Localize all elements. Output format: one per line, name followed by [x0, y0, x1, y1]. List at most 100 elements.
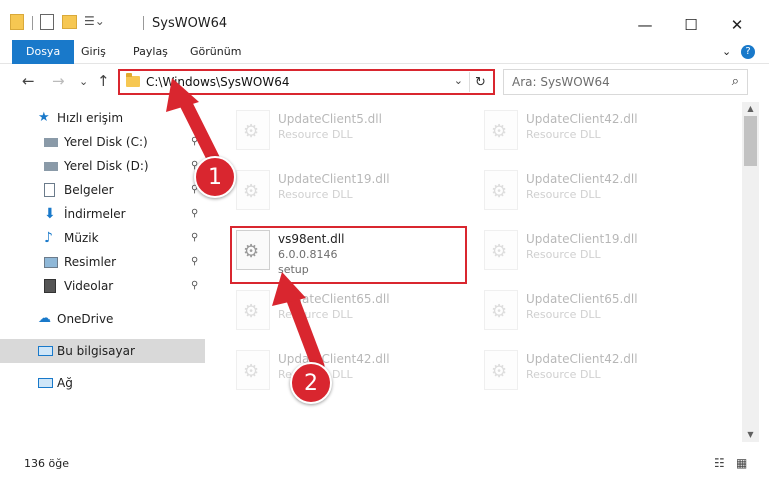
folder-icon [10, 14, 24, 30]
file-type: Resource DLL [278, 308, 353, 321]
file-tile[interactable]: ⚙ UpdateClient42.dll Resource DLL [478, 346, 718, 406]
item-count: 136 öğe [24, 457, 69, 470]
refresh-icon[interactable]: ↻ [469, 72, 491, 92]
dll-file-icon: ⚙ [236, 350, 270, 390]
nav-item-music[interactable]: ♪ Müzik ⚲ [0, 226, 205, 250]
minimize-button[interactable]: — [622, 10, 668, 40]
tab-home[interactable]: Giriş [69, 40, 118, 64]
nav-item-label: Bu bilgisayar [57, 344, 135, 358]
selected-file-highlight [230, 226, 467, 284]
dll-file-icon: ⚙ [236, 110, 270, 150]
file-tile[interactable]: ⚙ UpdateClient19.dll Resource DLL [478, 226, 718, 286]
nav-item-label: Belgeler [64, 183, 114, 197]
downloads-icon: ⬇ [44, 206, 56, 222]
star-icon: ★ [38, 110, 50, 125]
tab-view[interactable]: Görünüm [178, 40, 253, 64]
scroll-thumb[interactable] [744, 116, 757, 166]
navigation-pane: ★ Hızlı erişim Yerel Disk (C:) ⚲ Yerel D… [0, 102, 206, 442]
address-dropdown-icon[interactable]: ⌄ [454, 74, 463, 87]
nav-item-label: Ağ [57, 376, 73, 390]
file-name: UpdateClient42.dll [526, 352, 638, 366]
file-tile[interactable]: ⚙ UpdateClient42.dll Resource DLL [230, 346, 470, 406]
details-view-icon[interactable]: ☷ [714, 456, 725, 470]
file-type: Resource DLL [278, 188, 353, 201]
new-folder-icon[interactable] [62, 15, 77, 29]
nav-item-onedrive[interactable]: ☁ OneDrive [0, 307, 205, 331]
file-name: UpdateClient42.dll [526, 112, 638, 126]
nav-item-videos[interactable]: Videolar ⚲ [0, 274, 205, 298]
file-name: UpdateClient42.dll [526, 172, 638, 186]
file-name: UpdateClient65.dll [278, 292, 390, 306]
folder-icon [126, 73, 140, 87]
computer-icon [38, 346, 53, 356]
window-title: SysWOW64 [152, 16, 228, 31]
nav-item-downloads[interactable]: ⬇ İndirmeler ⚲ [0, 202, 205, 226]
file-name: UpdateClient42.dll [278, 352, 390, 366]
file-tile[interactable]: ⚙ UpdateClient19.dll Resource DLL [230, 166, 470, 226]
pin-icon: ⚲ [191, 136, 199, 147]
scroll-down-icon[interactable]: ▼ [742, 428, 759, 442]
customize-qat-icon[interactable]: ☰⌄ [84, 14, 105, 30]
file-tile[interactable]: ⚙ UpdateClient65.dll Resource DLL [230, 286, 470, 346]
recent-locations-icon[interactable]: ⌄ [79, 75, 88, 88]
annotation-badge-1: 1 [194, 156, 236, 198]
quick-access-item[interactable]: ★ Hızlı erişim [0, 106, 205, 130]
pictures-icon [44, 257, 58, 268]
tab-share[interactable]: Paylaş [121, 40, 180, 64]
file-type: Resource DLL [278, 128, 353, 141]
separator [32, 16, 33, 30]
search-placeholder: Ara: SysWOW64 [512, 75, 610, 89]
address-bar[interactable]: C:\Windows\SysWOW64 ⌄ ↻ [118, 69, 495, 95]
dll-file-icon: ⚙ [484, 110, 518, 150]
file-type: Resource DLL [526, 368, 601, 381]
tab-file[interactable]: Dosya [12, 40, 75, 64]
file-type: Resource DLL [526, 308, 601, 321]
file-name: UpdateClient19.dll [278, 172, 390, 186]
dll-file-icon: ⚙ [484, 350, 518, 390]
dll-file-icon: ⚙ [484, 170, 518, 210]
file-name: UpdateClient65.dll [526, 292, 638, 306]
vertical-scrollbar[interactable]: ▲ ▼ [742, 102, 759, 442]
pin-icon: ⚲ [191, 208, 199, 219]
cloud-icon: ☁ [38, 311, 51, 326]
nav-item-label: Videolar [64, 279, 114, 293]
properties-icon[interactable] [40, 14, 54, 30]
nav-item-label: Yerel Disk (D:) [64, 159, 149, 173]
close-button[interactable]: ✕ [714, 10, 760, 40]
drive-icon [44, 162, 58, 171]
nav-item-label: İndirmeler [64, 207, 126, 221]
forward-icon[interactable]: → [52, 72, 65, 90]
file-type: Resource DLL [526, 248, 601, 261]
nav-item-label: Yerel Disk (C:) [64, 135, 148, 149]
large-icons-view-icon[interactable]: ▦ [736, 456, 747, 470]
nav-item-drive-c[interactable]: Yerel Disk (C:) ⚲ [0, 130, 205, 154]
nav-item-pictures[interactable]: Resimler ⚲ [0, 250, 205, 274]
nav-item-documents[interactable]: Belgeler ⚲ [0, 178, 205, 202]
ribbon-expand-icon[interactable]: ⌄ [710, 40, 743, 64]
nav-item-this-pc[interactable]: Bu bilgisayar [0, 339, 205, 363]
separator [143, 16, 144, 30]
search-icon[interactable]: ⌕ [732, 74, 739, 89]
dll-file-icon: ⚙ [236, 170, 270, 210]
music-icon: ♪ [44, 230, 53, 246]
scroll-up-icon[interactable]: ▲ [742, 102, 759, 116]
title-bar: ☰⌄ SysWOW64 — ☐ ✕ [0, 0, 769, 42]
search-box[interactable]: Ara: SysWOW64 ⌕ [503, 69, 748, 95]
nav-item-label: Resimler [64, 255, 117, 269]
file-tile[interactable]: ⚙ UpdateClient42.dll Resource DLL [478, 166, 718, 226]
nav-item-label: Müzik [64, 231, 99, 245]
nav-item-drive-d[interactable]: Yerel Disk (D:) ⚲ [0, 154, 205, 178]
back-icon[interactable]: ← [22, 72, 35, 90]
file-tile[interactable]: ⚙ UpdateClient42.dll Resource DLL [478, 106, 718, 166]
maximize-button[interactable]: ☐ [668, 10, 714, 40]
file-tile[interactable]: ⚙ UpdateClient65.dll Resource DLL [478, 286, 718, 346]
nav-item-network[interactable]: Ağ [0, 371, 205, 395]
address-path: C:\Windows\SysWOW64 [146, 75, 290, 89]
file-tile[interactable]: ⚙ UpdateClient5.dll Resource DLL [230, 106, 470, 166]
dll-file-icon: ⚙ [236, 290, 270, 330]
pin-icon: ⚲ [191, 232, 199, 243]
pin-icon: ⚲ [191, 280, 199, 291]
dll-file-icon: ⚙ [484, 290, 518, 330]
help-icon[interactable]: ? [741, 45, 755, 59]
up-icon[interactable]: ↑ [97, 72, 110, 90]
